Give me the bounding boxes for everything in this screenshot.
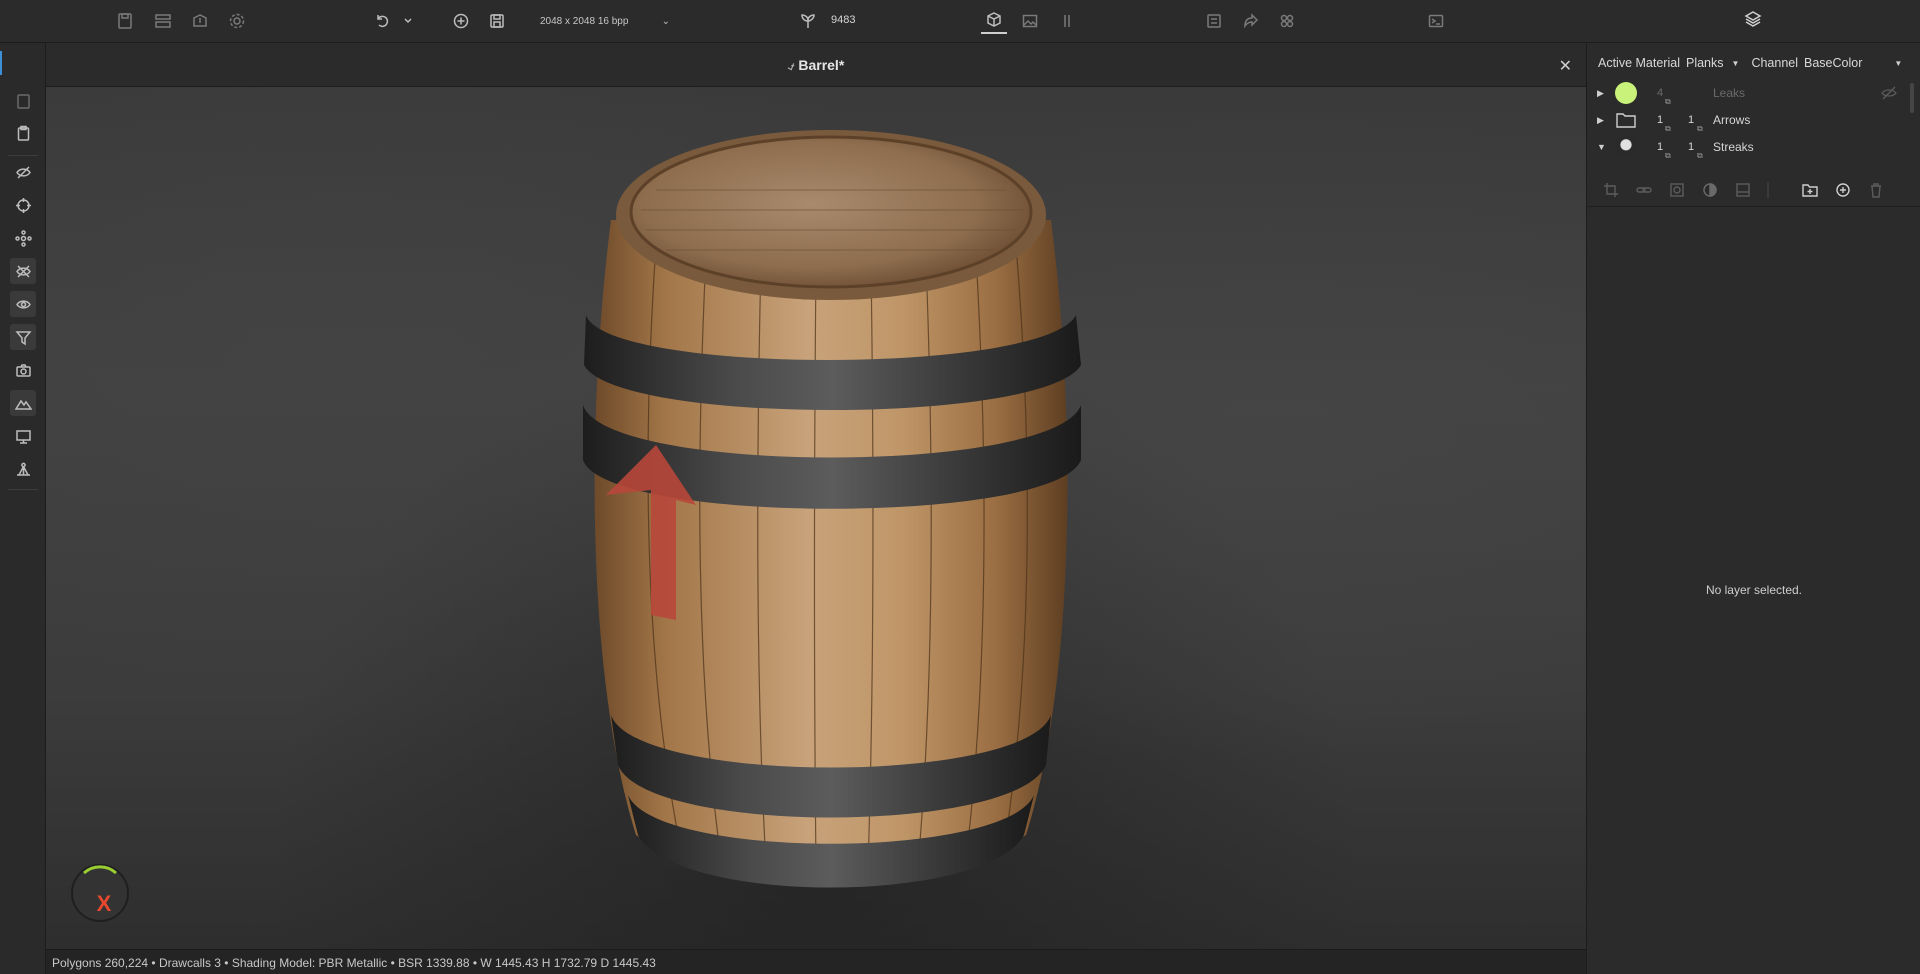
export-box-icon[interactable] (187, 8, 213, 34)
layers-scrollbar[interactable] (1910, 83, 1914, 113)
mask-link-icon: ⧉ (1697, 151, 1703, 160)
mountain-environment-icon[interactable] (10, 390, 36, 416)
split-view-icon[interactable] (1054, 8, 1080, 34)
crosshair-icon[interactable] (10, 192, 36, 218)
bake-icon[interactable] (1201, 8, 1227, 34)
3d-viewport[interactable]: X (46, 87, 1586, 949)
top-toolbar: 2048 x 2048 16 bpp ⌄ 9483 (0, 0, 1586, 43)
layer-count-secondary: 1 (1688, 141, 1695, 153)
anchor-points-icon[interactable] (10, 456, 36, 482)
console-icon[interactable] (1423, 8, 1449, 34)
toolbar-divider (8, 155, 38, 156)
hide-eye-icon[interactable] (10, 159, 36, 185)
expand-arrow-icon[interactable]: ▶ (1597, 115, 1604, 126)
resolution-dropdown[interactable]: 2048 x 2048 16 bpp ⌄ (540, 10, 670, 32)
hidden-eye-icon[interactable] (1881, 85, 1897, 101)
clipboard-icon[interactable] (10, 120, 36, 146)
layers-panel-header (1586, 0, 1920, 43)
delete-trash-icon[interactable] (1866, 180, 1886, 200)
channel-label: Channel (1751, 56, 1799, 70)
chevron-down-icon: ▼ (1894, 58, 1903, 68)
active-material-label: Active Material (1598, 56, 1680, 70)
document-tab-bar: ⍻ Barrel* ✕ (46, 43, 1586, 87)
link-icon[interactable] (1634, 180, 1654, 200)
document-title[interactable]: ⍻ Barrel* (46, 57, 1586, 74)
actions-separator (1767, 180, 1769, 200)
random-seed-icon[interactable] (795, 8, 821, 34)
eye-settings-icon[interactable] (10, 291, 36, 317)
layer-actions-bar (1587, 176, 1907, 204)
add-folder-icon[interactable] (1800, 180, 1820, 200)
layer-name: Arrows (1713, 113, 1751, 127)
layer-name: Leaks (1713, 86, 1746, 100)
3d-view-cube-icon[interactable] (981, 8, 1007, 34)
layer-count: 1 (1657, 114, 1664, 126)
add-icon[interactable] (448, 8, 474, 34)
adjustment-icon[interactable] (1700, 180, 1720, 200)
layer-name: Streaks (1713, 140, 1754, 154)
transform-move-icon[interactable] (10, 225, 36, 251)
share-icon[interactable] (1238, 8, 1264, 34)
close-document-icon[interactable]: ✕ (1559, 56, 1572, 76)
panel-divider (1587, 206, 1920, 207)
mask-icon: ⧉ (1665, 151, 1671, 160)
fill-layer-icon[interactable] (1733, 180, 1753, 200)
layer-count-secondary: 1 (1688, 114, 1695, 126)
resolution-value: 2048 x 2048 16 bpp (540, 15, 629, 27)
filter-icon[interactable] (10, 324, 36, 350)
svg-text:X: X (97, 891, 112, 916)
layers-stack-icon[interactable] (1743, 9, 1763, 34)
active-indicator (0, 51, 2, 75)
empty-properties-message: No layer selected. (1705, 583, 1803, 597)
layer-row-streaks[interactable]: ▼ 1 ⧉ 1 ⧉ Streaks (1587, 131, 1907, 163)
material-value: Planks (1685, 56, 1724, 70)
barrel-model[interactable] (546, 115, 1166, 935)
app-window: 2048 x 2048 16 bpp ⌄ 9483 ⍻ Barrel* ✕ X … (0, 0, 1920, 974)
layer-thumbnail (1615, 136, 1637, 158)
layer-thumbnail (1615, 82, 1637, 104)
toolbar-divider (8, 489, 38, 490)
channel-dropdown[interactable]: BaseColor ▼ (1804, 56, 1902, 70)
folder-icon (1616, 113, 1636, 128)
crop-icon[interactable] (1601, 180, 1621, 200)
settings-gear-icon[interactable] (224, 8, 250, 34)
layout-icon[interactable] (150, 8, 176, 34)
undo-history-chevron-icon[interactable] (395, 8, 421, 34)
add-layer-icon[interactable] (1833, 180, 1853, 200)
left-toolbar (0, 43, 46, 974)
project-cube-icon: ⍻ (787, 59, 795, 73)
status-bar: Polygons 260,224 • Drawcalls 3 • Shading… (46, 949, 1586, 974)
mask-add-icon[interactable] (1667, 180, 1687, 200)
save-project-icon[interactable] (112, 8, 138, 34)
visibility-toggle-icon[interactable] (10, 258, 36, 284)
document-title-text: Barrel* (798, 57, 845, 73)
expand-arrow-icon[interactable]: ▶ (1597, 88, 1604, 99)
orientation-gizmo[interactable]: X (64, 857, 136, 929)
seed-value: 9483 (831, 14, 856, 26)
camera-icon[interactable] (10, 357, 36, 383)
save-icon[interactable] (484, 8, 510, 34)
save-small-icon[interactable] (10, 88, 36, 114)
material-dropdown[interactable]: Planks ▼ (1686, 56, 1739, 70)
layer-count: 1 (1657, 141, 1664, 153)
plugins-icon[interactable] (1274, 8, 1300, 34)
layer-count: 4 (1657, 87, 1664, 99)
channel-value: BaseColor (1804, 56, 1863, 70)
collapse-arrow-icon[interactable]: ▼ (1597, 142, 1606, 152)
display-monitor-icon[interactable] (10, 423, 36, 449)
2d-view-image-icon[interactable] (1017, 8, 1043, 34)
chevron-down-icon: ▼ (1731, 58, 1740, 68)
layers-panel: Active Material Planks ▼ Channel BaseCol… (1586, 43, 1920, 974)
undo-icon[interactable] (369, 8, 395, 34)
chevron-down-icon: ⌄ (661, 15, 670, 27)
